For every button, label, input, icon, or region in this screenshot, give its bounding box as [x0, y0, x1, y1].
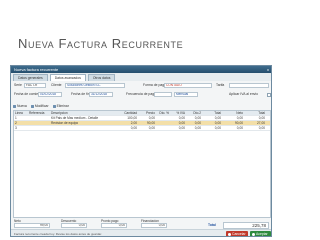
cell-precio[interactable]: 0,00	[138, 126, 156, 130]
cell-referencia[interactable]	[28, 126, 50, 130]
forma-pago-label: Forma de pago	[143, 83, 166, 87]
invoice-window: Nueva factura recurrente x Datos general…	[10, 65, 272, 237]
col-neto[interactable]: Neto	[222, 111, 244, 115]
slide-title: Nueva Factura Recurrente	[18, 36, 184, 51]
edit-icon	[30, 104, 34, 108]
window-footer: Factura recurrente creada hoy. Revise lo…	[11, 229, 271, 236]
col-dto2[interactable]: Dto.2	[186, 111, 202, 115]
cell-cantidad[interactable]: 2,00	[118, 121, 138, 125]
tarifa-label: Tarifa	[216, 83, 225, 87]
eliminar-label: Eliminar	[56, 104, 69, 108]
delete-icon	[52, 104, 56, 108]
accept-label: Aceptar	[256, 232, 268, 236]
accept-button[interactable]: Aceptar	[250, 231, 271, 236]
serie-field[interactable]: FACT-R	[24, 83, 46, 88]
financiacion-pct[interactable]: 0,00	[141, 223, 167, 228]
table-row[interactable]: 3 0,00 0,00 0,00 0,00 0,00 0,00 0,00	[14, 126, 270, 131]
col-total-b[interactable]: Total	[244, 111, 266, 115]
eliminar-button[interactable]: Eliminar	[52, 103, 69, 109]
col-precio[interactable]: Precio	[138, 111, 156, 115]
cell-cantidad[interactable]: 0,00	[118, 126, 138, 130]
cell-total-b[interactable]: 27,00	[244, 121, 266, 125]
cell-dto[interactable]	[156, 121, 170, 125]
footer-hint: Factura recurrente creada hoy. Revise lo…	[14, 232, 102, 236]
cell-total-b[interactable]: 0,00	[244, 116, 266, 120]
tab-bar: Datos generales Datos avanzados Otros da…	[11, 73, 271, 81]
aplicar-iva-checkbox[interactable]	[267, 93, 271, 97]
accept-icon	[251, 232, 255, 236]
modificar-button[interactable]: Modificar	[30, 103, 49, 109]
total-value: 225,78	[223, 222, 269, 229]
cell-neto[interactable]: 0,00	[222, 126, 244, 130]
form-row-2: Fecha de comienzo 01/02/2018 Fecha de fi…	[11, 92, 271, 99]
cell-linea[interactable]: 2	[14, 121, 28, 125]
col-iva[interactable]: % IVA	[170, 111, 186, 115]
cell-cantidad[interactable]: 100,00	[118, 116, 138, 120]
col-cantidad[interactable]: Cantidad	[118, 111, 138, 115]
totals-bar: Neto 99,00 Descuento 0,00 Pronto pago 0,…	[13, 219, 271, 229]
cell-referencia[interactable]	[28, 116, 50, 120]
cell-precio[interactable]: 0,00	[138, 116, 156, 120]
lines-grid: Linea Referencia Descripcion Cantidad Pr…	[13, 110, 271, 218]
cell-dto2[interactable]: 0,00	[186, 116, 202, 120]
col-linea[interactable]: Linea	[14, 111, 28, 115]
frecuencia-field[interactable]	[154, 92, 172, 97]
frecuencia-label: Frecuencia de pago	[126, 92, 156, 96]
close-icon[interactable]: x	[267, 66, 269, 73]
pronto-pago-pct[interactable]: 0,00	[101, 223, 127, 228]
cell-total-a[interactable]: 0,00	[202, 121, 222, 125]
grid-body: 1 Kit Pais de Mas medium - Detalle 100,00 0…	[14, 116, 270, 131]
descuento-pct[interactable]: 0,00	[61, 223, 87, 228]
tab-datos-generales[interactable]: Datos generales	[13, 74, 48, 81]
fecha-comienzo-field[interactable]: 01/02/2018	[38, 92, 62, 97]
cell-total-b[interactable]: 0,00	[244, 126, 266, 130]
tab-otros-datos[interactable]: Otros datos	[87, 74, 116, 81]
cell-dto[interactable]	[156, 126, 170, 130]
col-referencia[interactable]: Referencia	[28, 111, 50, 115]
cell-neto[interactable]: 0,00	[222, 116, 244, 120]
frecuencia-select[interactable]: Mensual	[174, 92, 198, 97]
window-title: Nueva factura recurrente	[14, 67, 59, 72]
col-total-a[interactable]: Total	[202, 111, 222, 115]
cell-iva[interactable]: 0,00	[170, 126, 186, 130]
form-row-1: Serie FACT-R Cliente Soluciones Gestion …	[11, 83, 271, 90]
total-label: Total	[208, 223, 216, 227]
serie-label: Serie	[14, 83, 22, 87]
cell-dto2[interactable]: 0,00	[186, 121, 202, 125]
col-dto[interactable]: Dto. %	[156, 111, 170, 115]
cancel-label: Cancelar	[232, 232, 246, 236]
cancel-button[interactable]: Cancelar	[226, 231, 248, 236]
fecha-fin-label: Fecha de fin	[71, 92, 90, 96]
lines-toolbar: Nueva Modificar Eliminar	[13, 103, 69, 109]
cell-descripcion[interactable]	[50, 126, 118, 130]
forma-pago-field[interactable]: CONTADO	[164, 83, 212, 88]
cell-dto[interactable]	[156, 116, 170, 120]
cancel-icon	[227, 232, 231, 236]
tab-datos-avanzados[interactable]: Datos avanzados	[49, 74, 86, 81]
cell-linea[interactable]: 3	[14, 126, 28, 130]
cliente-label: Cliente	[51, 83, 62, 87]
cell-total-a[interactable]: 0,00	[202, 116, 222, 120]
nueva-label: Nueva	[17, 104, 27, 108]
nueva-button[interactable]: Nueva	[13, 103, 27, 109]
cell-linea[interactable]: 1	[14, 116, 28, 120]
cell-referencia[interactable]	[28, 121, 50, 125]
new-icon	[13, 104, 16, 108]
cliente-field[interactable]: Soluciones Gestion S.L.	[65, 83, 125, 88]
cell-iva[interactable]: 0,00	[170, 121, 186, 125]
cell-descripcion[interactable]: Kit Pais de Mas medium - Detalle	[50, 116, 118, 120]
cell-total-a[interactable]: 0,00	[202, 126, 222, 130]
modificar-label: Modificar	[34, 104, 49, 108]
col-descripcion[interactable]: Descripcion	[50, 111, 118, 115]
cell-neto[interactable]: 90,00	[222, 121, 244, 125]
neto-value: 99,00	[14, 223, 50, 228]
aplicar-iva-label: Aplicar IVA al envio	[229, 92, 258, 96]
cell-precio[interactable]: 90,00	[138, 121, 156, 125]
cell-descripcion[interactable]: Revision de equipo	[50, 121, 118, 125]
cell-dto2[interactable]: 0,00	[186, 126, 202, 130]
fecha-fin-field[interactable]: 31/12/2018	[89, 92, 113, 97]
tarifa-field[interactable]	[229, 83, 269, 88]
window-titlebar: Nueva factura recurrente x	[11, 66, 271, 73]
cell-iva[interactable]: 0,00	[170, 116, 186, 120]
